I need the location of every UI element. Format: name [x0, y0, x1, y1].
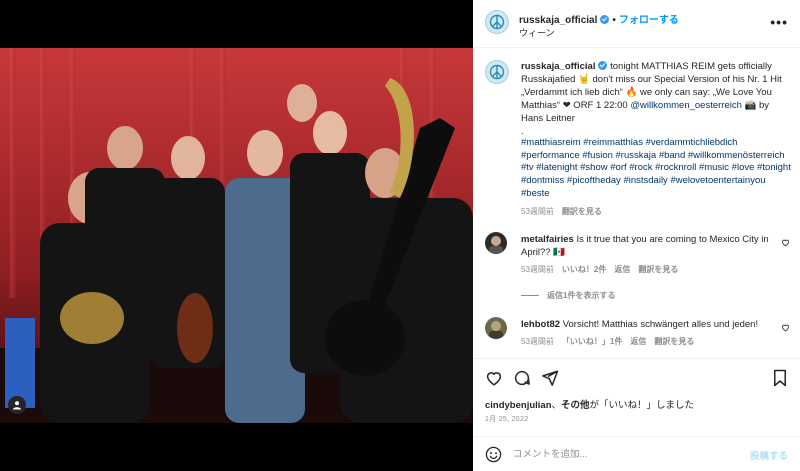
share-paper-plane-icon[interactable]	[541, 369, 559, 387]
like-comment-heart-icon[interactable]	[781, 238, 790, 247]
username-link[interactable]: russkaja_official	[519, 15, 597, 26]
reply-button[interactable]: 返信	[614, 265, 630, 274]
hashtags[interactable]: #matthiasreim #reimmatthias #verdammtich…	[521, 137, 791, 201]
translate-link[interactable]: 翻訳を見る	[638, 265, 678, 274]
comment-likes[interactable]: 「いいね！」1件	[562, 337, 622, 346]
emoji-smiley-icon[interactable]	[485, 446, 502, 463]
comment-time[interactable]: 53週間前	[521, 337, 554, 346]
comment-meta: 53週間前 「いいね！」1件 返信 翻訳を見る	[521, 335, 771, 348]
more-options-button[interactable]: •••	[770, 14, 788, 30]
comment-bubble-icon[interactable]	[513, 369, 531, 387]
comment-item: metalfairies Is it true that you are com…	[485, 232, 790, 278]
likes-summary: cindybenjulian、その他が「いいね！」しました	[485, 400, 695, 411]
liker-username[interactable]: cindybenjulian	[485, 400, 552, 411]
comment-username[interactable]: metalfairies	[521, 234, 574, 245]
post-header: russkaja_official • フォローする ウィーン •••	[473, 0, 800, 48]
tagged-people-button[interactable]	[8, 396, 26, 414]
verified-badge-icon	[600, 15, 610, 24]
person-icon	[13, 401, 21, 410]
like-heart-icon[interactable]	[485, 369, 503, 387]
comment-input[interactable]	[513, 446, 733, 462]
follow-button[interactable]: フォローする	[619, 15, 679, 26]
like-comment-heart-icon[interactable]	[781, 323, 790, 332]
post-photo[interactable]	[0, 48, 473, 423]
comment-avatar[interactable]	[485, 317, 507, 339]
caption-avatar[interactable]	[485, 60, 509, 84]
comment-meta: 53週間前 いいね！2件 返信 翻訳を見る	[521, 263, 771, 276]
translate-link[interactable]: 翻訳を見る	[562, 207, 602, 216]
caption-meta: 53週間前 翻訳を見る	[521, 206, 610, 217]
comment-time[interactable]: 53週間前	[521, 265, 554, 274]
view-replies-button[interactable]: 返信1件を表示する	[521, 290, 615, 301]
post-caption: russkaja_official tonight MATTHIAS REIM …	[521, 60, 791, 138]
replies-divider	[521, 295, 539, 297]
save-bookmark-icon[interactable]	[772, 369, 788, 387]
view-replies-label: 返信1件を表示する	[547, 291, 616, 300]
mention-link[interactable]: @willkommen_oesterreich	[630, 100, 742, 111]
peace-logo-icon	[489, 64, 505, 80]
post-actions-bar	[473, 358, 800, 394]
verified-badge-icon	[598, 61, 608, 70]
avatar-image	[485, 232, 507, 254]
avatar-image	[485, 317, 507, 339]
caption-username[interactable]: russkaja_official	[521, 61, 595, 72]
header-user-row: russkaja_official • フォローする	[519, 15, 679, 26]
comment-username[interactable]: lehbot82	[521, 319, 560, 330]
location-link[interactable]: ウィーン	[519, 26, 555, 39]
reply-button[interactable]: 返信	[630, 337, 646, 346]
post-date[interactable]: 1月 25, 2022	[485, 414, 528, 424]
post-details-panel: russkaja_official • フォローする ウィーン ••• russka…	[473, 0, 800, 471]
comment-avatar[interactable]	[485, 232, 507, 254]
band-photo-illustration	[0, 48, 473, 423]
post-comment-button[interactable]: 投稿する	[750, 448, 788, 462]
add-comment-bar: 投稿する	[473, 436, 800, 471]
translate-link[interactable]: 翻訳を見る	[654, 337, 694, 346]
avatar[interactable]	[485, 10, 509, 34]
comment-body: lehbot82 Vorsicht! Matthias schwängert a…	[521, 318, 771, 348]
caption-time[interactable]: 53週間前	[521, 207, 554, 216]
comment-likes[interactable]: いいね！2件	[562, 265, 606, 274]
likes-suffix: が「いいね！」しました	[589, 400, 695, 411]
peace-logo-icon	[489, 14, 505, 30]
comment-item: lehbot82 Vorsicht! Matthias schwängert a…	[485, 317, 790, 351]
others-link[interactable]: その他	[561, 400, 590, 411]
comment-text: Vorsicht! Matthias schwängert alles und …	[562, 319, 759, 330]
post-media-area	[0, 0, 473, 471]
comment-body: metalfairies Is it true that you are com…	[521, 233, 771, 276]
